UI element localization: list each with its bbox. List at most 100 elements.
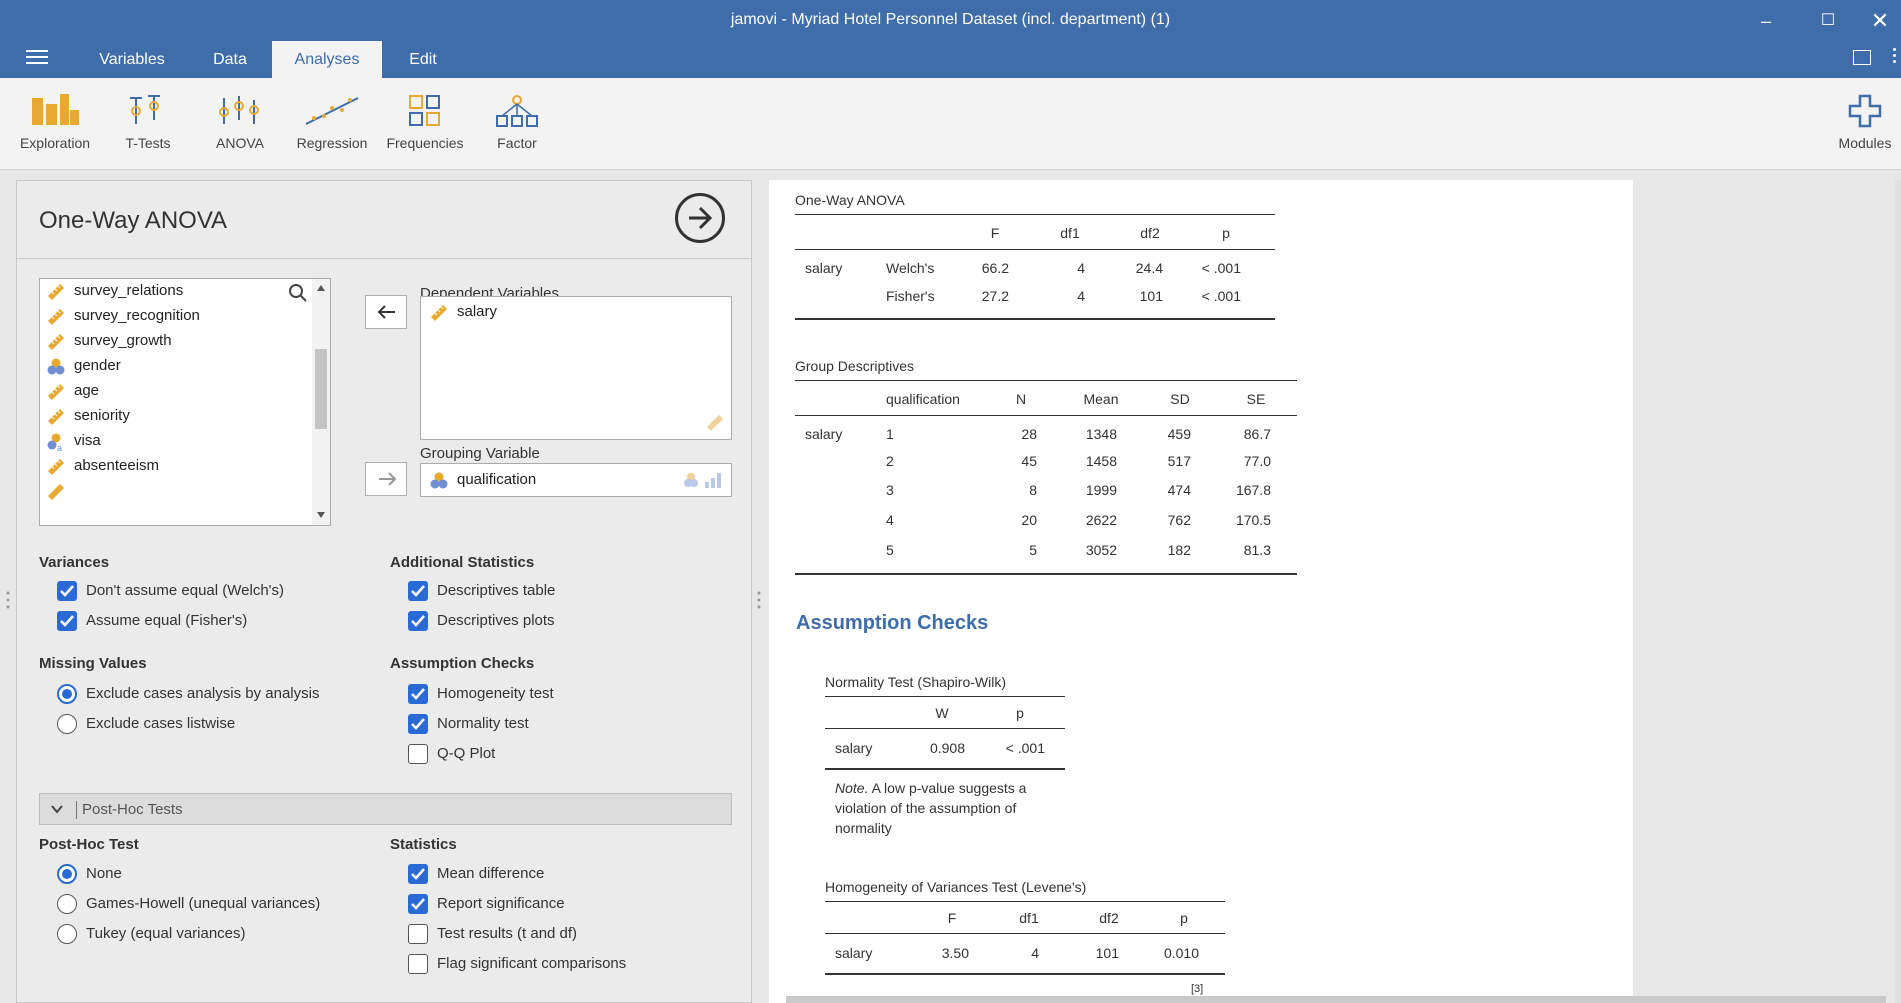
variable-list[interactable]: survey_relations survey_recognition surv… xyxy=(39,278,331,526)
desc-header-mean: Mean xyxy=(1083,391,1119,407)
anova-header-df1: df1 xyxy=(1060,225,1080,241)
checkbox-unchecked[interactable] xyxy=(408,924,428,944)
levene-header-df2: df2 xyxy=(1099,910,1119,926)
scrollbar-thumb[interactable] xyxy=(315,349,327,429)
ribbon-frequencies[interactable]: Frequencies xyxy=(382,78,468,170)
checkbox-unchecked[interactable] xyxy=(408,744,428,764)
radio-unselected[interactable] xyxy=(57,924,77,944)
variable-list-scrollbar[interactable] xyxy=(312,279,330,525)
separator xyxy=(17,258,751,259)
table-rule xyxy=(795,318,1275,320)
regression-icon xyxy=(305,97,359,125)
results-horizontal-scrollbar[interactable] xyxy=(786,996,1886,1003)
checkbox-label: Flag significant comparisons xyxy=(437,955,627,972)
assumption-checks-section-heading[interactable]: Assumption Checks xyxy=(796,612,988,635)
menu-icon[interactable] xyxy=(26,50,48,64)
descriptives-table-title[interactable]: Group Descriptives xyxy=(795,358,914,374)
desc-cell: 4 xyxy=(886,512,894,528)
nominal-text-variable-icon: a xyxy=(47,433,62,452)
ribbon-exploration[interactable]: Exploration xyxy=(12,78,98,170)
analyses-ribbon: Exploration T-Tests ANOVA Regression Fre… xyxy=(0,78,1901,170)
checkbox-checked[interactable] xyxy=(408,684,428,704)
right-splitter-handle[interactable] xyxy=(756,590,762,615)
tab-analyses[interactable]: Analyses xyxy=(272,41,382,78)
anova-cell: 66.2 xyxy=(981,260,1009,276)
analysis-title: One-Way ANOVA xyxy=(39,207,228,234)
frequencies-icon xyxy=(409,95,440,126)
anova-dv-label: salary xyxy=(805,260,843,276)
radio-unselected[interactable] xyxy=(57,894,77,914)
tab-variables[interactable]: Variables xyxy=(80,41,184,78)
close-button[interactable]: ✕ xyxy=(1860,6,1900,36)
additional-statistics-heading: Additional Statistics xyxy=(390,554,535,571)
checkbox-checked[interactable] xyxy=(57,611,77,631)
levene-cell-F: 3.50 xyxy=(941,945,969,961)
desc-cell: 77.0 xyxy=(1243,453,1271,469)
checkbox-unchecked[interactable] xyxy=(408,954,428,974)
checkbox-checked[interactable] xyxy=(408,581,428,601)
checkbox-checked[interactable] xyxy=(408,714,428,734)
run-analysis-button[interactable] xyxy=(675,193,725,243)
ribbon-regression[interactable]: Regression xyxy=(292,78,372,170)
anova-cell: 27.2 xyxy=(981,288,1009,304)
anova-table-title[interactable]: One-Way ANOVA xyxy=(795,192,905,208)
checkbox-checked[interactable] xyxy=(408,864,428,884)
check-icon xyxy=(411,868,425,880)
move-right-button[interactable] xyxy=(365,462,407,496)
anova-header-F: F xyxy=(990,225,1000,241)
anova-cell: 4 xyxy=(1077,288,1085,304)
ribbon-label: Frequencies xyxy=(386,135,464,151)
ribbon-factor[interactable]: Factor xyxy=(482,78,552,170)
scroll-down-icon[interactable] xyxy=(316,511,326,519)
checkbox-checked[interactable] xyxy=(57,581,77,601)
ribbon-t-tests[interactable]: T-Tests xyxy=(112,78,184,170)
ribbon-anova[interactable]: ANOVA xyxy=(204,78,276,170)
dependent-variables-box[interactable]: salary xyxy=(420,296,732,440)
plus-icon xyxy=(1848,94,1882,128)
search-icon[interactable] xyxy=(288,283,308,303)
desc-cell: 3052 xyxy=(1085,542,1117,558)
radio-selected[interactable] xyxy=(57,864,77,884)
levene-header-df1: df1 xyxy=(1019,910,1039,926)
ribbon-label: Regression xyxy=(296,135,368,151)
levene-table-title[interactable]: Homogeneity of Variances Test (Levene's) xyxy=(825,879,1086,895)
reference-footnote[interactable]: [3] xyxy=(1191,983,1203,995)
variable-name: absenteeism xyxy=(74,457,160,474)
ribbon-modules[interactable]: Modules xyxy=(1830,78,1900,170)
desc-cell: 81.3 xyxy=(1243,542,1271,558)
check-icon xyxy=(411,615,425,627)
levene-cell-df1: 4 xyxy=(1031,945,1039,961)
tab-edit[interactable]: Edit xyxy=(382,41,464,78)
desc-cell: 1999 xyxy=(1085,482,1117,498)
results-mode-icon[interactable] xyxy=(1853,50,1871,65)
desc-cell: 762 xyxy=(1167,512,1191,528)
table-rule xyxy=(795,415,1297,416)
move-left-button[interactable] xyxy=(365,295,407,329)
results-vertical-scrollbar[interactable] xyxy=(1895,180,1901,1003)
desc-cell: 5 xyxy=(886,542,894,558)
desc-cell: 1348 xyxy=(1085,426,1117,442)
checkbox-label: Mean difference xyxy=(437,865,545,882)
factor-icon xyxy=(496,95,538,127)
tab-data[interactable]: Data xyxy=(184,41,276,78)
levene-header-F: F xyxy=(947,910,957,926)
normality-table-title[interactable]: Normality Test (Shapiro-Wilk) xyxy=(825,674,1006,690)
table-rule xyxy=(795,573,1297,575)
left-splitter-handle[interactable] xyxy=(5,590,11,615)
checkbox-checked[interactable] xyxy=(408,611,428,631)
checkbox-checked[interactable] xyxy=(408,894,428,914)
minimize-button[interactable]: – xyxy=(1746,6,1786,36)
anova-icon xyxy=(219,96,259,124)
continuous-type-hint-icon xyxy=(707,415,723,431)
radio-selected[interactable] xyxy=(57,684,77,704)
grouping-variable-box[interactable]: qualification xyxy=(420,463,732,497)
radio-label: None xyxy=(86,865,122,882)
more-options-icon[interactable] xyxy=(1893,48,1897,66)
post-hoc-tests-section-toggle[interactable]: Post-Hoc Tests xyxy=(39,793,732,825)
maximize-button[interactable]: ☐ xyxy=(1808,6,1848,36)
scroll-up-icon[interactable] xyxy=(316,284,326,292)
radio-unselected[interactable] xyxy=(57,714,77,734)
post-hoc-test-heading: Post-Hoc Test xyxy=(39,836,139,853)
continuous-variable-icon xyxy=(48,284,64,300)
window-title: jamovi - Myriad Hotel Personnel Dataset … xyxy=(730,11,1171,28)
